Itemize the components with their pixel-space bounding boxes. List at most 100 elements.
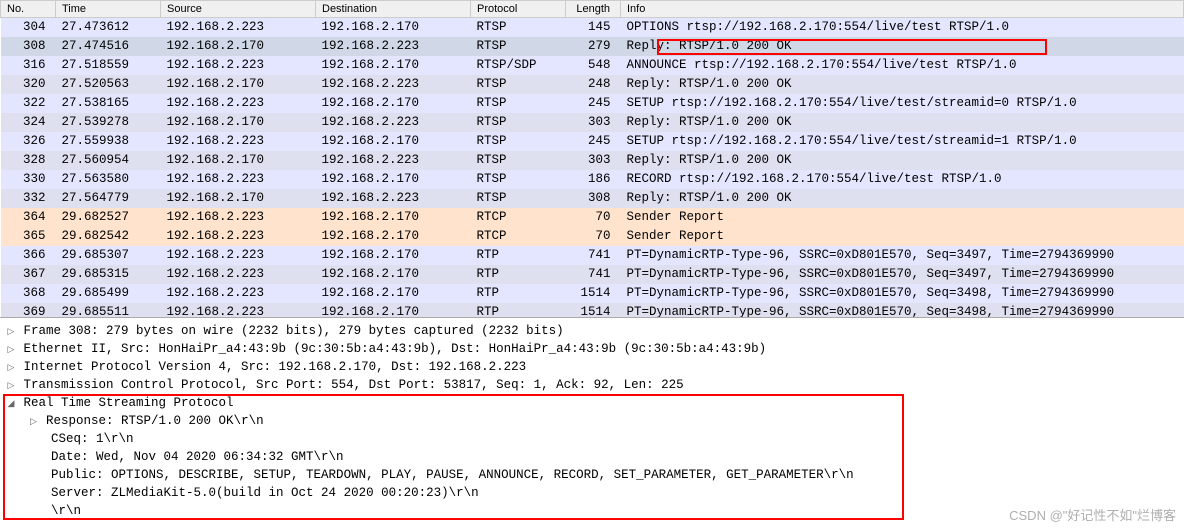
cell-src: 192.168.2.223	[161, 303, 316, 318]
col-time[interactable]: Time	[56, 1, 161, 18]
cell-src: 192.168.2.223	[161, 170, 316, 189]
cell-no: 369	[1, 303, 56, 318]
cell-info: Sender Report	[621, 208, 1184, 227]
annotation-box-info	[657, 39, 1047, 55]
cell-no: 365	[1, 227, 56, 246]
cell-src: 192.168.2.223	[161, 94, 316, 113]
cell-proto: RTP	[471, 303, 566, 318]
cell-len: 186	[566, 170, 621, 189]
expand-icon[interactable]: ▷	[6, 358, 16, 376]
table-row[interactable]: 32627.559938192.168.2.223192.168.2.170RT…	[1, 132, 1184, 151]
cell-len: 248	[566, 75, 621, 94]
cell-time: 29.682542	[56, 227, 161, 246]
table-row[interactable]: 31627.518559192.168.2.223192.168.2.170RT…	[1, 56, 1184, 75]
cell-no: 330	[1, 170, 56, 189]
cell-info: Reply: RTSP/1.0 200 OK	[621, 189, 1184, 208]
cell-src: 192.168.2.170	[161, 189, 316, 208]
cell-src: 192.168.2.223	[161, 246, 316, 265]
cell-src: 192.168.2.223	[161, 284, 316, 303]
cell-info: OPTIONS rtsp://192.168.2.170:554/live/te…	[621, 18, 1184, 38]
cell-time: 27.559938	[56, 132, 161, 151]
cell-proto: RTSP	[471, 94, 566, 113]
cell-proto: RTCP	[471, 227, 566, 246]
cell-no: 322	[1, 94, 56, 113]
tree-tcp[interactable]: ▷ Transmission Control Protocol, Src Por…	[6, 376, 1178, 394]
cell-proto: RTCP	[471, 208, 566, 227]
table-row[interactable]: 32427.539278192.168.2.170192.168.2.223RT…	[1, 113, 1184, 132]
cell-time: 29.685307	[56, 246, 161, 265]
cell-proto: RTSP	[471, 189, 566, 208]
cell-dst: 192.168.2.170	[316, 56, 471, 75]
expand-icon[interactable]: ▷	[6, 376, 16, 394]
tree-frame[interactable]: ▷ Frame 308: 279 bytes on wire (2232 bit…	[6, 322, 1178, 340]
cell-time: 29.685499	[56, 284, 161, 303]
table-row[interactable]: 33227.564779192.168.2.170192.168.2.223RT…	[1, 189, 1184, 208]
cell-len: 245	[566, 132, 621, 151]
cell-no: 320	[1, 75, 56, 94]
cell-dst: 192.168.2.223	[316, 75, 471, 94]
table-row[interactable]: 30427.473612192.168.2.223192.168.2.170RT…	[1, 18, 1184, 38]
cell-len: 308	[566, 189, 621, 208]
cell-time: 27.564779	[56, 189, 161, 208]
cell-time: 27.563580	[56, 170, 161, 189]
table-row[interactable]: 36829.685499192.168.2.223192.168.2.170RT…	[1, 284, 1184, 303]
cell-info: PT=DynamicRTP-Type-96, SSRC=0xD801E570, …	[621, 246, 1184, 265]
cell-time: 27.518559	[56, 56, 161, 75]
cell-no: 368	[1, 284, 56, 303]
table-row[interactable]: 32827.560954192.168.2.170192.168.2.223RT…	[1, 151, 1184, 170]
table-row[interactable]: 36929.685511192.168.2.223192.168.2.170RT…	[1, 303, 1184, 318]
cell-dst: 192.168.2.170	[316, 170, 471, 189]
col-source[interactable]: Source	[161, 1, 316, 18]
col-no[interactable]: No.	[1, 1, 56, 18]
cell-proto: RTP	[471, 246, 566, 265]
cell-dst: 192.168.2.170	[316, 94, 471, 113]
col-destination[interactable]: Destination	[316, 1, 471, 18]
tree-ip[interactable]: ▷ Internet Protocol Version 4, Src: 192.…	[6, 358, 1178, 376]
cell-dst: 192.168.2.170	[316, 246, 471, 265]
cell-time: 27.520563	[56, 75, 161, 94]
cell-no: 316	[1, 56, 56, 75]
cell-info: Reply: RTSP/1.0 200 OK	[621, 113, 1184, 132]
cell-time: 27.473612	[56, 18, 161, 38]
cell-time: 27.474516	[56, 37, 161, 56]
cell-src: 192.168.2.223	[161, 227, 316, 246]
cell-time: 27.560954	[56, 151, 161, 170]
annotation-box-rtsp	[3, 394, 904, 520]
cell-proto: RTSP	[471, 151, 566, 170]
cell-len: 548	[566, 56, 621, 75]
cell-time: 29.682527	[56, 208, 161, 227]
cell-len: 279	[566, 37, 621, 56]
packet-details-pane[interactable]: ▷ Frame 308: 279 bytes on wire (2232 bit…	[0, 318, 1184, 524]
cell-info: PT=DynamicRTP-Type-96, SSRC=0xD801E570, …	[621, 265, 1184, 284]
cell-no: 367	[1, 265, 56, 284]
table-row[interactable]: 33027.563580192.168.2.223192.168.2.170RT…	[1, 170, 1184, 189]
col-length[interactable]: Length	[566, 1, 621, 18]
cell-len: 245	[566, 94, 621, 113]
cell-proto: RTSP	[471, 113, 566, 132]
cell-proto: RTP	[471, 265, 566, 284]
table-row[interactable]: 36429.682527192.168.2.223192.168.2.170RT…	[1, 208, 1184, 227]
col-protocol[interactable]: Protocol	[471, 1, 566, 18]
cell-info: Reply: RTSP/1.0 200 OK	[621, 151, 1184, 170]
cell-src: 192.168.2.223	[161, 132, 316, 151]
cell-len: 303	[566, 151, 621, 170]
cell-proto: RTP	[471, 284, 566, 303]
expand-icon[interactable]: ▷	[6, 322, 16, 340]
cell-dst: 192.168.2.223	[316, 189, 471, 208]
tree-ethernet[interactable]: ▷ Ethernet II, Src: HonHaiPr_a4:43:9b (9…	[6, 340, 1178, 358]
expand-icon[interactable]: ▷	[6, 340, 16, 358]
cell-dst: 192.168.2.170	[316, 284, 471, 303]
cell-dst: 192.168.2.223	[316, 151, 471, 170]
table-row[interactable]: 32027.520563192.168.2.170192.168.2.223RT…	[1, 75, 1184, 94]
cell-info: Sender Report	[621, 227, 1184, 246]
cell-len: 145	[566, 18, 621, 38]
table-row[interactable]: 36529.682542192.168.2.223192.168.2.170RT…	[1, 227, 1184, 246]
cell-info: ANNOUNCE rtsp://192.168.2.170:554/live/t…	[621, 56, 1184, 75]
table-row[interactable]: 36729.685315192.168.2.223192.168.2.170RT…	[1, 265, 1184, 284]
cell-src: 192.168.2.170	[161, 75, 316, 94]
table-row[interactable]: 32227.538165192.168.2.223192.168.2.170RT…	[1, 94, 1184, 113]
col-info[interactable]: Info	[621, 1, 1184, 18]
table-row[interactable]: 36629.685307192.168.2.223192.168.2.170RT…	[1, 246, 1184, 265]
cell-len: 1514	[566, 284, 621, 303]
column-header-row[interactable]: No. Time Source Destination Protocol Len…	[1, 1, 1184, 18]
